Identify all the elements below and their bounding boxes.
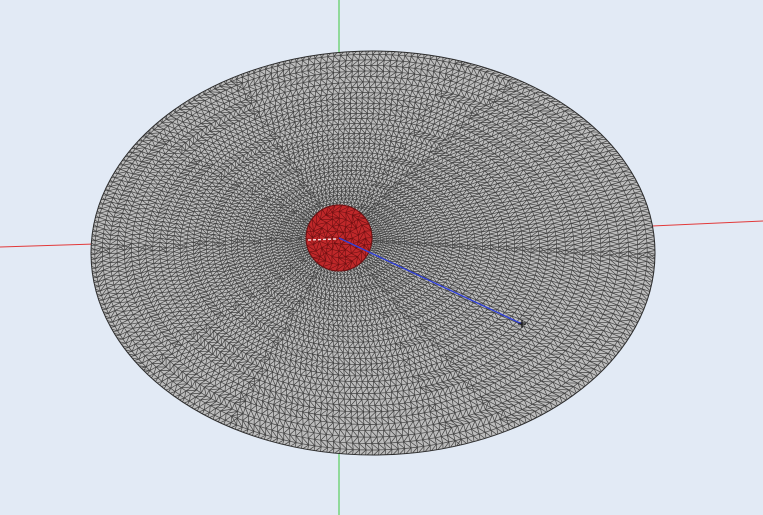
3d-viewport[interactable] <box>0 0 763 515</box>
mesh-scene[interactable] <box>0 0 763 515</box>
